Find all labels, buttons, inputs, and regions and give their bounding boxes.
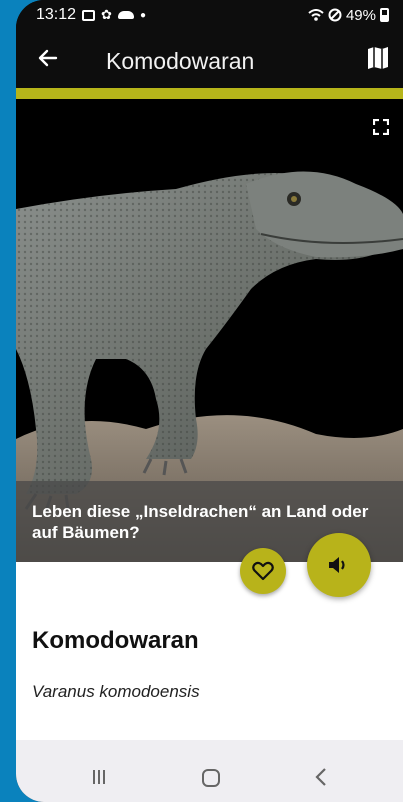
sound-button[interactable]: [307, 533, 371, 597]
gear-icon: ✿: [101, 7, 112, 22]
system-nav-bar: [16, 740, 403, 802]
heart-outline-icon: [252, 561, 274, 581]
back-arrow-icon[interactable]: [36, 46, 60, 70]
phone-screen: 13:12 ✿ ● 49% Komodowaran Leben diese „I…: [16, 0, 403, 802]
hero-image[interactable]: Leben diese „Inseldrachen“ an Land oder …: [16, 99, 403, 562]
map-icon[interactable]: [367, 46, 389, 70]
accent-divider: [16, 88, 403, 99]
favorite-button[interactable]: [240, 548, 286, 594]
cloud-icon: [117, 11, 134, 19]
species-name: Komodowaran: [32, 627, 199, 654]
app-bar: Komodowaran: [16, 30, 403, 88]
wifi-icon: [308, 8, 324, 21]
recent-apps-icon[interactable]: [92, 770, 106, 784]
image-icon: [82, 9, 96, 21]
back-icon[interactable]: [314, 768, 328, 786]
status-bar: 13:12 ✿ ● 49%: [16, 0, 403, 30]
battery-icon: [380, 8, 389, 22]
clock: 13:12: [36, 6, 77, 23]
dot-icon: ●: [139, 9, 146, 21]
dnd-icon: [328, 8, 342, 22]
page-title: Komodowaran: [106, 48, 255, 74]
home-icon[interactable]: [202, 769, 220, 787]
latin-name: Varanus komodoensis: [32, 682, 200, 701]
fullscreen-icon[interactable]: [373, 119, 389, 135]
battery-percent: 49%: [345, 6, 376, 24]
speaker-icon: [329, 557, 345, 573]
